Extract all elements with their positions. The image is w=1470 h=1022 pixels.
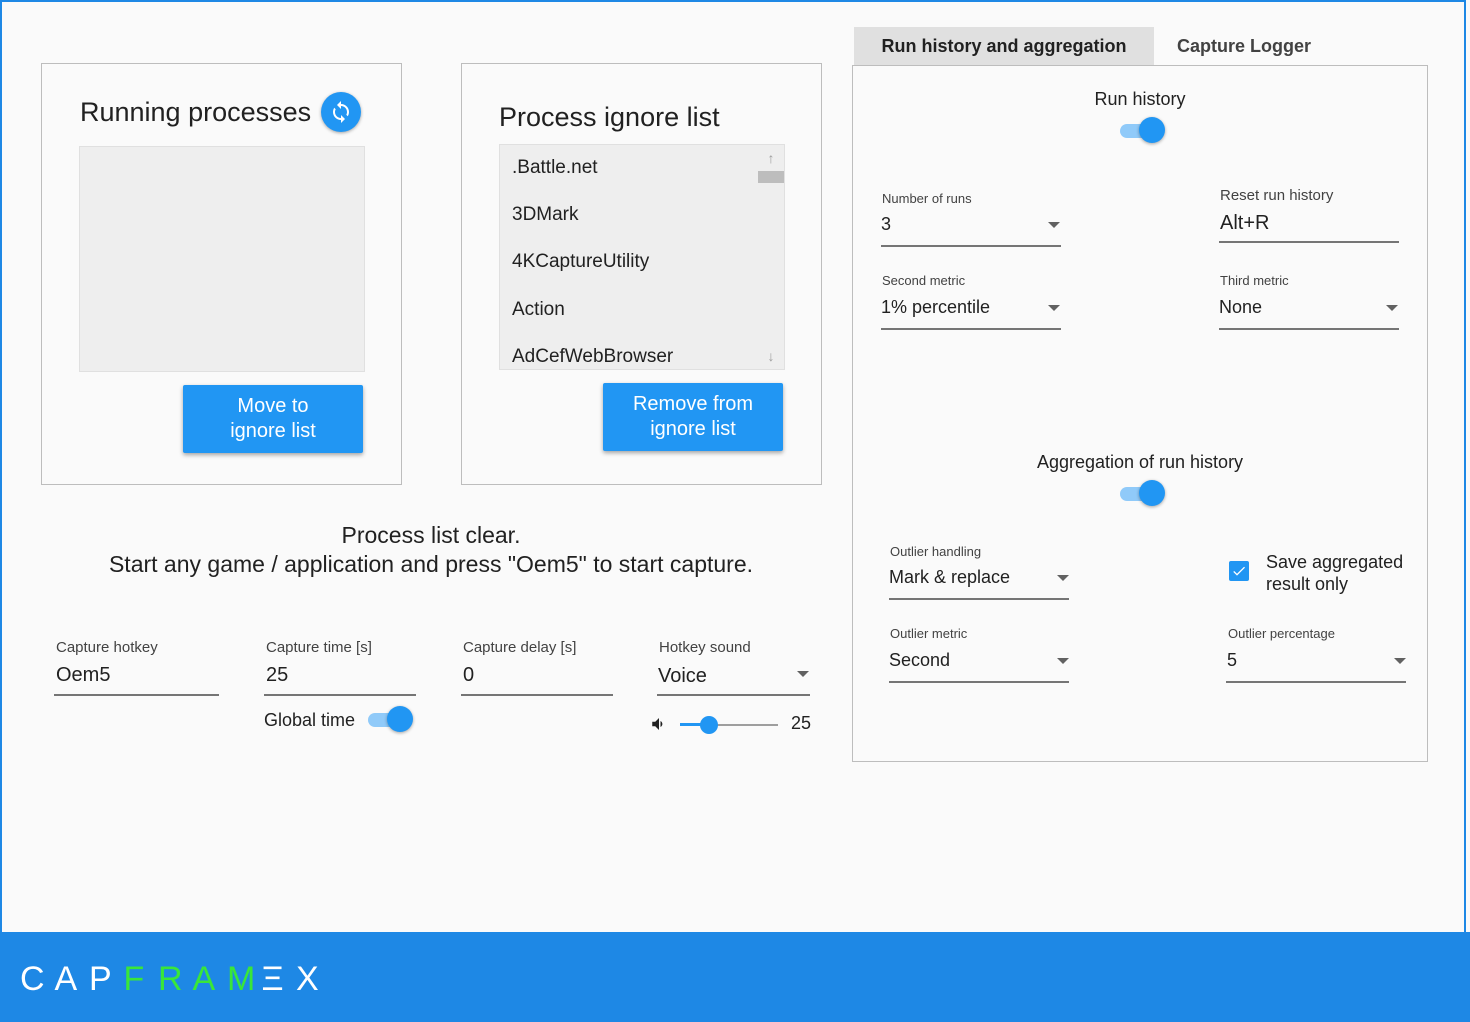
capture-time-underline xyxy=(264,694,416,696)
refresh-button[interactable] xyxy=(321,92,361,132)
chevron-down-icon[interactable] xyxy=(797,671,809,677)
global-time-toggle[interactable] xyxy=(366,705,414,733)
list-item[interactable]: 3DMark xyxy=(512,204,579,226)
logo-letter: F xyxy=(123,960,145,998)
capture-time-label: Capture time [s] xyxy=(266,639,372,656)
toggle-knob xyxy=(1139,117,1165,143)
ignore-list-title: Process ignore list xyxy=(499,102,720,132)
chevron-down-icon[interactable] xyxy=(1048,222,1060,228)
outlier-percentage-underline xyxy=(1226,681,1406,683)
logo-letter: R xyxy=(158,960,183,998)
reset-run-history-input[interactable]: Alt+R xyxy=(1220,212,1269,235)
second-metric-select[interactable]: 1% percentile xyxy=(881,297,990,318)
ignore-list-scrollbar[interactable]: ↑ ↓ xyxy=(758,145,784,369)
list-item[interactable]: .Battle.net xyxy=(512,157,598,179)
capture-hotkey-input[interactable]: Oem5 xyxy=(56,664,110,687)
ignore-list[interactable]: .Battle.net 3DMark 4KCaptureUtility Acti… xyxy=(499,144,785,370)
logo-letter: Ξ xyxy=(261,960,284,998)
number-of-runs-underline xyxy=(881,245,1061,247)
remove-from-ignore-list-label: Remove from ignore list xyxy=(632,393,754,440)
global-time-label: Global time xyxy=(264,710,356,730)
capture-delay-label: Capture delay [s] xyxy=(463,639,577,656)
outlier-handling-select[interactable]: Mark & replace xyxy=(889,567,1010,588)
scroll-down-icon[interactable]: ↓ xyxy=(758,345,784,367)
chevron-down-icon[interactable] xyxy=(1386,305,1398,311)
third-metric-underline xyxy=(1219,328,1399,330)
third-metric-select[interactable]: None xyxy=(1219,297,1262,318)
logo-letter: A xyxy=(54,960,78,998)
status-line-2: Start any game / application and press "… xyxy=(108,551,754,577)
number-of-runs-label: Number of runs xyxy=(882,191,972,206)
toggle-knob xyxy=(1139,480,1165,506)
logo-letter: A xyxy=(192,960,216,998)
outlier-handling-label: Outlier handling xyxy=(890,544,982,559)
run-history-toggle[interactable] xyxy=(1118,116,1166,144)
running-processes-title: Running processes xyxy=(80,97,312,127)
run-history-title: Run history xyxy=(1094,89,1186,109)
move-to-ignore-list-button[interactable]: Move to ignore list xyxy=(183,385,363,453)
tab-run-history[interactable]: Run history and aggregation xyxy=(854,27,1154,65)
chevron-down-icon[interactable] xyxy=(1048,305,1060,311)
tab-run-history-label: Run history and aggregation xyxy=(881,35,1127,56)
volume-icon xyxy=(652,718,663,730)
reset-run-history-label: Reset run history xyxy=(1220,187,1334,204)
running-processes-list[interactable] xyxy=(79,146,365,372)
list-item[interactable]: AdCefWebBrowser xyxy=(512,346,673,368)
scrollbar-thumb[interactable] xyxy=(758,171,784,183)
outlier-handling-underline xyxy=(889,598,1069,600)
second-metric-underline xyxy=(881,328,1061,330)
logo-letter: P xyxy=(89,960,112,998)
outlier-percentage-select[interactable]: 5 xyxy=(1227,650,1237,671)
check-icon xyxy=(1233,566,1245,576)
logo-letter: M xyxy=(227,960,256,998)
number-of-runs-select[interactable]: 3 xyxy=(881,214,891,235)
volume-slider-thumb[interactable] xyxy=(700,716,719,734)
chevron-down-icon[interactable] xyxy=(1057,575,1069,581)
chevron-down-icon[interactable] xyxy=(1394,658,1406,664)
tab-capture-logger-label: Capture Logger xyxy=(1176,35,1311,56)
outlier-metric-label: Outlier metric xyxy=(890,626,968,641)
save-aggregated-checkbox[interactable] xyxy=(1229,561,1249,581)
capture-time-input[interactable]: 25 xyxy=(266,664,288,687)
volume-value: 25 xyxy=(791,713,812,733)
aggregation-title: Aggregation of run history xyxy=(1036,452,1244,472)
save-aggregated-label: Save aggregated result only xyxy=(1266,552,1404,594)
outlier-metric-underline xyxy=(889,681,1069,683)
hotkey-sound-select[interactable]: Voice xyxy=(658,665,707,688)
chevron-down-icon[interactable] xyxy=(1057,658,1069,664)
second-metric-label: Second metric xyxy=(882,273,966,288)
list-item[interactable]: 4KCaptureUtility xyxy=(512,251,649,273)
capframex-logo: C A P F R A M Ξ X xyxy=(20,960,331,999)
hotkey-sound-label: Hotkey sound xyxy=(659,639,751,656)
remove-from-ignore-list-button[interactable]: Remove from ignore list xyxy=(603,383,783,451)
capture-hotkey-underline xyxy=(54,694,219,696)
hotkey-sound-underline xyxy=(657,694,810,696)
refresh-icon xyxy=(333,101,349,123)
status-line-1: Process list clear. xyxy=(341,522,521,548)
logo-letter: C xyxy=(20,960,45,998)
reset-run-history-underline xyxy=(1219,241,1399,243)
capture-hotkey-label: Capture hotkey xyxy=(56,639,158,656)
scroll-up-icon[interactable]: ↑ xyxy=(758,147,784,169)
outlier-metric-select[interactable]: Second xyxy=(889,650,950,671)
third-metric-label: Third metric xyxy=(1220,273,1289,288)
aggregation-toggle[interactable] xyxy=(1118,479,1166,507)
toggle-knob xyxy=(387,706,413,732)
outlier-percentage-label: Outlier percentage xyxy=(1228,626,1335,641)
move-to-ignore-list-label: Move to ignore list xyxy=(230,395,316,442)
tab-capture-logger[interactable]: Capture Logger xyxy=(1154,27,1334,65)
capture-delay-input[interactable]: 0 xyxy=(463,664,474,687)
capture-delay-underline xyxy=(461,694,613,696)
logo-letter: X xyxy=(296,960,319,998)
list-item[interactable]: Action xyxy=(512,299,565,321)
